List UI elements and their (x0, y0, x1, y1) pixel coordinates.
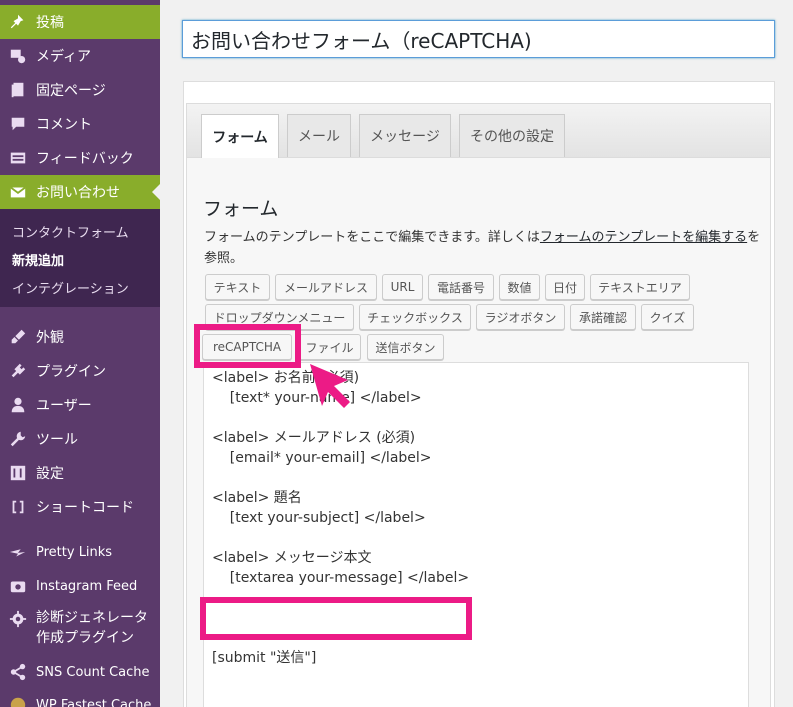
form-template-editor[interactable]: <label> お名前 (必須) [text* your-name] </lab… (203, 362, 749, 707)
form-template-help-link[interactable]: フォームのテンプレートを編集する (540, 230, 747, 245)
menu-label: Pretty Links (36, 544, 113, 560)
menu-label: ツール (36, 432, 78, 448)
menu-label: Instagram Feed (36, 578, 138, 594)
menu-label-group: 診断ジェネレータ 作成プラグイン (36, 608, 148, 648)
menu-contact[interactable]: お問い合わせ (0, 175, 160, 209)
menu-comments[interactable]: コメント (0, 107, 160, 141)
tag-button-date[interactable]: 日付 (545, 274, 585, 300)
menu-label: プラグイン (36, 364, 106, 380)
tab-mail[interactable]: メール (287, 114, 351, 157)
menu-label: お問い合わせ (36, 185, 120, 201)
menu-label: 投稿 (36, 15, 64, 31)
editor-line: <label> 題名 (212, 490, 302, 506)
menu-label: フィードバック (36, 151, 134, 167)
menu-label: ユーザー (36, 398, 92, 414)
recaptcha-highlight-box (194, 324, 301, 368)
form-desc-prefix: フォームのテンプレートをここで編集できます。詳しくは (204, 230, 540, 245)
editor-line: [email* your-email] </label> (212, 450, 432, 466)
menu-plugins[interactable]: プラグイン (0, 354, 160, 388)
brackets-icon (0, 498, 36, 516)
form-title-input[interactable] (182, 20, 775, 58)
submenu-contact-forms[interactable]: コンタクトフォーム (12, 222, 129, 241)
tab-messages[interactable]: メッセージ (359, 114, 451, 157)
tag-button-text[interactable]: テキスト (205, 274, 270, 300)
menu-label: メディア (36, 49, 92, 65)
editor-line: [text your-subject] </label> (212, 510, 426, 526)
pretty-links-icon (0, 543, 36, 561)
tag-button-textarea[interactable]: テキストエリア (590, 274, 690, 300)
gear-icon (0, 605, 36, 628)
brush-icon (0, 328, 36, 346)
menu-label-line2: 作成プラグイン (36, 630, 134, 646)
menu-label: WP Fastest Cache (36, 697, 152, 707)
menu-sns-count-cache[interactable]: SNS Count Cache (0, 655, 160, 689)
tag-button-submit[interactable]: 送信ボタン (367, 334, 444, 360)
pin-icon (0, 13, 36, 31)
menu-users[interactable]: ユーザー (0, 388, 160, 422)
user-icon (0, 396, 36, 414)
menu-label: 設定 (36, 466, 64, 482)
editor-line: <label> メールアドレス (必須) (212, 430, 416, 446)
tag-button-url[interactable]: URL (382, 274, 423, 300)
tag-button-checkbox[interactable]: チェックボックス (359, 304, 471, 330)
menu-media[interactable]: メディア (0, 39, 160, 73)
cheetah-icon (0, 696, 36, 707)
insert-position-highlight-box (200, 597, 472, 640)
share-icon (0, 663, 36, 681)
menu-tools[interactable]: ツール (0, 422, 160, 456)
menu-instagram-feed[interactable]: Instagram Feed (0, 569, 160, 603)
menu-pretty-links[interactable]: Pretty Links (0, 535, 160, 569)
camera-icon (0, 577, 36, 595)
feedback-icon (0, 149, 36, 167)
tag-button-number[interactable]: 数値 (499, 274, 540, 300)
tag-button-acceptance[interactable]: 承諾確認 (570, 304, 636, 330)
mail-icon (0, 183, 36, 201)
menu-label: 固定ページ (36, 83, 106, 99)
form-section-heading: フォーム (203, 198, 279, 220)
tag-button-email[interactable]: メールアドレス (275, 274, 377, 300)
menu-feedback[interactable]: フィードバック (0, 141, 160, 175)
media-icon (0, 47, 36, 65)
pointer-arrow-icon (310, 364, 350, 408)
comment-icon (0, 115, 36, 133)
menu-wp-fastest-cache[interactable]: WP Fastest Cache (0, 688, 160, 707)
wrench-icon (0, 430, 36, 448)
editor-line: <label> メッセージ本文 (212, 550, 372, 566)
tab-additional-settings[interactable]: その他の設定 (459, 114, 565, 157)
menu-settings[interactable]: 設定 (0, 456, 160, 490)
page-icon (0, 81, 36, 99)
tag-button-tel[interactable]: 電話番号 (428, 274, 494, 300)
menu-label: ショートコード (36, 500, 134, 516)
contact-submenu: コンタクトフォーム 新規追加 インテグレーション (0, 209, 160, 307)
editor-line: [submit "送信"] (212, 650, 317, 666)
menu-label: 外観 (36, 330, 64, 346)
plugin-icon (0, 362, 36, 380)
menu-pages[interactable]: 固定ページ (0, 73, 160, 107)
menu-shortcodes[interactable]: ショートコード (0, 490, 160, 524)
menu-appearance[interactable]: 外観 (0, 320, 160, 354)
menu-label: コメント (36, 117, 92, 133)
tab-form[interactable]: フォーム (201, 114, 279, 159)
settings-icon (0, 464, 36, 482)
tag-button-file[interactable]: ファイル (298, 334, 361, 360)
admin-sidebar: 投稿 メディア 固定ページ コメント フィードバック お問い合わせ コンタクトフ… (0, 0, 160, 707)
submenu-integration[interactable]: インテグレーション (12, 278, 129, 297)
tag-button-radio[interactable]: ラジオボタン (476, 304, 565, 330)
editor-line: [textarea your-message] </label> (212, 570, 470, 586)
menu-diagnosis-generator[interactable]: 診断ジェネレータ 作成プラグイン (0, 605, 160, 651)
tag-button-quiz[interactable]: クイズ (641, 304, 694, 330)
submenu-add-new[interactable]: 新規追加 (12, 250, 64, 269)
form-description: フォームのテンプレートをここで編集できます。詳しくはフォームのテンプレートを編集… (204, 227, 764, 269)
menu-label: 診断ジェネレータ (36, 610, 148, 626)
menu-posts[interactable]: 投稿 (0, 5, 160, 39)
menu-label: SNS Count Cache (36, 664, 150, 680)
